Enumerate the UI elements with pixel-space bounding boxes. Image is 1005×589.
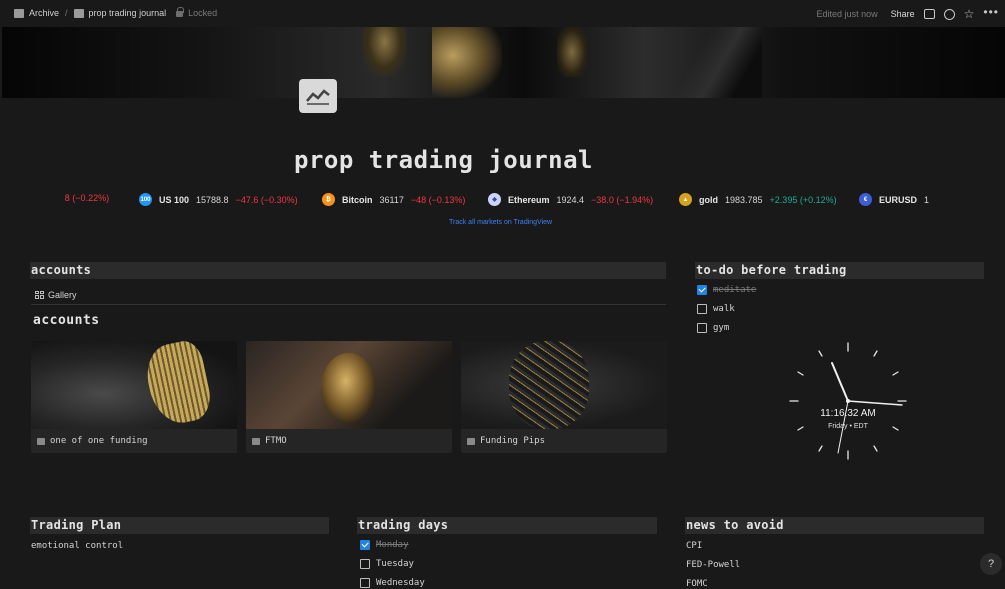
tradingview-link[interactable]: Track all markets on TradingView (449, 219, 552, 226)
news-item[interactable]: CPI (686, 541, 702, 551)
page-icon (252, 437, 260, 445)
card-cover-image (246, 341, 452, 429)
ticker-item[interactable]: ◆ Ethereum 1924.4 −38.0 (−1.94%) (488, 193, 653, 206)
history-icon[interactable] (943, 8, 955, 20)
trend-chart-icon (306, 89, 330, 105)
ticker-item[interactable]: ₿ Bitcoin 36117 −48 (−0.13%) (322, 193, 465, 206)
help-button[interactable]: ? (980, 553, 1002, 575)
todo-header: to-do before trading (695, 262, 984, 279)
card-label: FTMO (265, 436, 287, 446)
checkbox-checked[interactable] (697, 285, 707, 295)
clock-minute-hand (847, 400, 903, 406)
chart-icon (73, 8, 84, 18)
breadcrumb-page[interactable]: prop trading journal (73, 8, 166, 18)
comments-icon[interactable] (923, 9, 935, 19)
page-title[interactable]: prop trading journal (294, 146, 593, 174)
todo-item[interactable]: gym (697, 323, 729, 333)
accounts-header: accounts (30, 262, 666, 279)
card-caption: FTMO (246, 429, 452, 453)
card-cover-image (31, 341, 237, 429)
ticker-item[interactable]: 100 US 100 15788.8 −47.6 (−0.30%) (139, 193, 298, 206)
account-card[interactable]: Funding Pips (461, 341, 667, 453)
checkbox-checked[interactable] (360, 540, 370, 550)
ethereum-icon: ◆ (488, 193, 501, 206)
ticker-item[interactable]: 8 (−0.22%) (63, 193, 109, 203)
topbar-tools: Edited just now Share ☆ ••• (816, 5, 999, 21)
clock-hour-hand (831, 362, 849, 402)
trading-day-item[interactable]: Wednesday (360, 578, 425, 588)
todo-item[interactable]: walk (697, 304, 735, 314)
trading-plan-header: Trading Plan (30, 517, 329, 534)
todo-item[interactable]: meditate (697, 285, 756, 295)
news-item[interactable]: FED-Powell (686, 560, 740, 570)
page-icon (467, 437, 475, 445)
eurusd-icon: € (859, 193, 872, 206)
folder-icon (14, 8, 24, 18)
trading-day-item[interactable]: Tuesday (360, 559, 414, 569)
ticker-item[interactable]: ▲ gold 1983.785 +2.395 (+0.12%) (679, 193, 837, 206)
checkbox[interactable] (360, 559, 370, 569)
cover-detail (362, 27, 407, 77)
checkbox[interactable] (697, 323, 707, 333)
favorite-icon[interactable]: ☆ (964, 7, 975, 21)
card-caption: Funding Pips (461, 429, 667, 453)
edited-status: Edited just now (816, 9, 878, 19)
divider (31, 304, 666, 305)
checkbox[interactable] (697, 304, 707, 314)
card-label: Funding Pips (480, 436, 546, 446)
account-card[interactable]: FTMO (246, 341, 452, 453)
ticker-item[interactable]: € EURUSD 1 (859, 193, 929, 206)
clock-center (846, 399, 850, 403)
top-bar: Archive / prop trading journal Locked Ed… (0, 0, 1005, 27)
trading-day-item[interactable]: Monday (360, 540, 409, 550)
clock-time: 11:16:32 AM (820, 408, 876, 419)
account-card[interactable]: one of one funding (31, 341, 237, 453)
clock-date: Friday • EDT (828, 423, 868, 430)
news-header: news to avoid (685, 517, 984, 534)
page-icon[interactable] (299, 79, 337, 113)
card-label: one of one funding (50, 436, 148, 446)
breadcrumb-archive[interactable]: Archive (14, 8, 59, 18)
us100-icon: 100 (139, 193, 152, 206)
tab-gallery[interactable]: Gallery (31, 285, 92, 305)
card-cover-image (461, 341, 667, 429)
more-options-icon[interactable]: ••• (983, 5, 999, 19)
cover-detail (432, 27, 502, 98)
gallery-icon (35, 290, 44, 299)
card-cover-detail (321, 353, 376, 423)
cover-detail (652, 27, 762, 98)
accounts-title: accounts (33, 313, 100, 328)
cover-detail (557, 27, 587, 77)
trading-days-header: trading days (357, 517, 657, 534)
gold-icon: ▲ (679, 193, 692, 206)
breadcrumb-separator: / (65, 8, 68, 18)
bitcoin-icon: ₿ (322, 193, 335, 206)
locked-indicator[interactable]: Locked (176, 7, 217, 18)
share-button[interactable]: Share (891, 9, 915, 19)
lock-icon (176, 7, 185, 17)
breadcrumb: Archive / prop trading journal Locked (14, 7, 217, 18)
ticker-tape[interactable]: 8 (−0.22%) 100 US 100 15788.8 −47.6 (−0.… (0, 191, 950, 209)
checkbox[interactable] (360, 578, 370, 588)
cover-image (2, 27, 1005, 98)
card-cover-detail (509, 341, 589, 429)
card-caption: one of one funding (31, 429, 237, 453)
page-icon (37, 437, 45, 445)
trading-plan-item[interactable]: emotional control (31, 541, 123, 551)
card-cover-detail (141, 341, 215, 429)
analog-clock (789, 342, 907, 460)
